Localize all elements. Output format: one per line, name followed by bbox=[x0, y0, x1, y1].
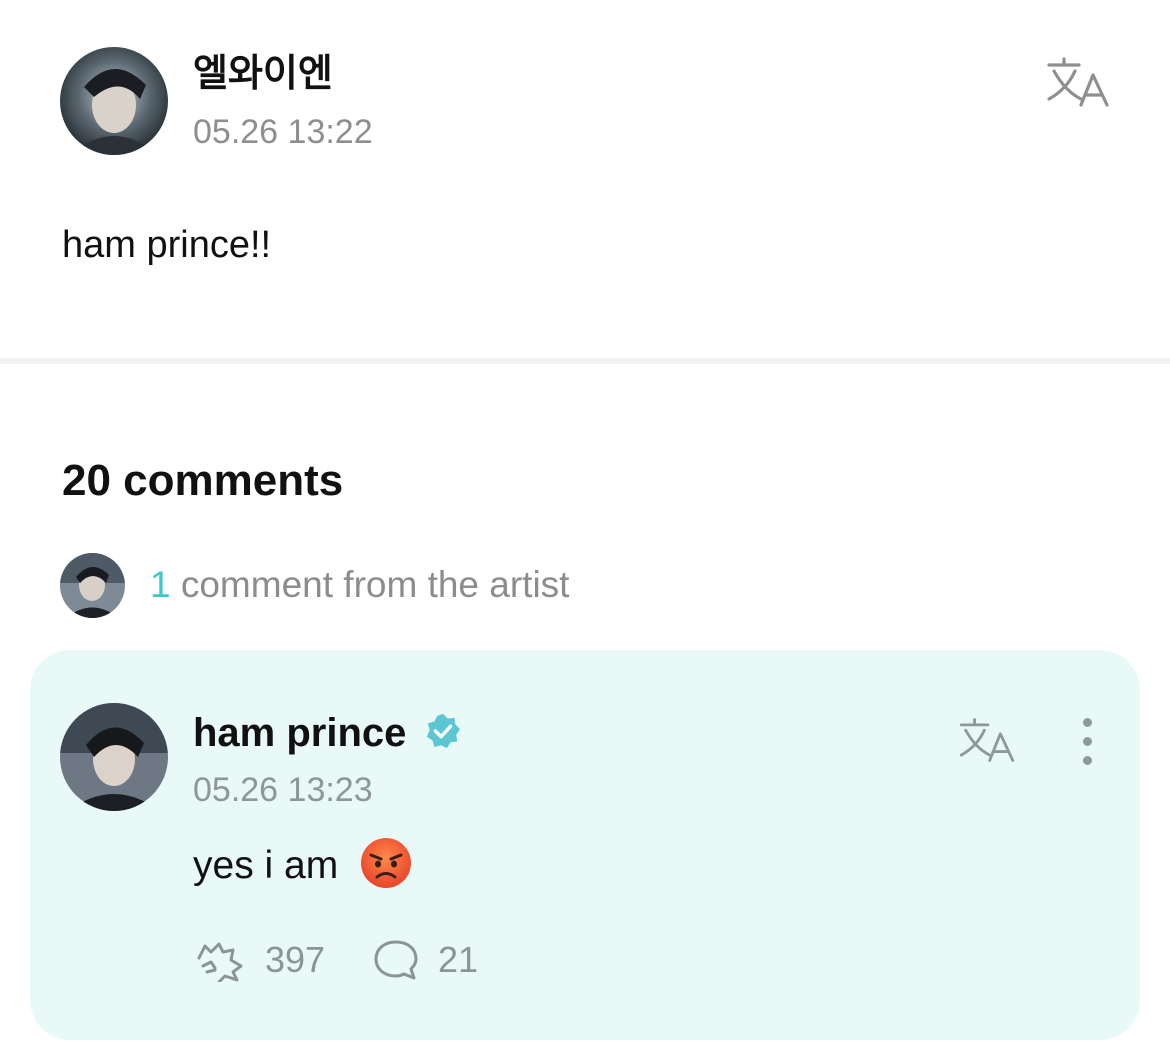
post-author-avatar[interactable] bbox=[60, 47, 168, 155]
cheer-fist-icon bbox=[193, 938, 245, 984]
comment-translate-icon[interactable] bbox=[957, 716, 1017, 764]
more-options-icon[interactable] bbox=[1083, 718, 1092, 775]
comment-author-avatar[interactable] bbox=[60, 703, 168, 811]
comment-body: yes i am bbox=[193, 836, 413, 901]
angry-face-icon bbox=[359, 836, 413, 901]
section-divider bbox=[0, 358, 1170, 364]
comment-author-name[interactable]: ham prince bbox=[193, 711, 406, 755]
artist-summary-avatar[interactable] bbox=[60, 553, 125, 618]
reply-count: 21 bbox=[438, 939, 479, 980]
artist-comment-count: 1 bbox=[150, 564, 171, 605]
comment-avatar-image bbox=[60, 703, 168, 811]
post-body: ham prince!! bbox=[62, 224, 272, 266]
post-author-name[interactable]: 엘와이엔 bbox=[193, 52, 333, 96]
artist-comments-link[interactable]: 1 comment from the artist bbox=[150, 563, 569, 607]
artist-avatar-image bbox=[60, 553, 125, 618]
avatar-image bbox=[60, 47, 168, 155]
like-button[interactable]: 397 bbox=[193, 938, 326, 984]
comment-author-line: ham prince bbox=[193, 710, 462, 760]
comment-text: yes i am bbox=[193, 844, 339, 887]
translate-icon[interactable] bbox=[1045, 55, 1111, 109]
reply-button[interactable]: 21 bbox=[372, 938, 478, 982]
speech-bubble-icon bbox=[372, 938, 420, 982]
verified-badge-icon bbox=[424, 712, 462, 760]
artist-comment-label: comment from the artist bbox=[170, 564, 570, 605]
post-timestamp: 05.26 13:22 bbox=[193, 113, 373, 151]
like-count: 397 bbox=[265, 939, 326, 980]
comment-timestamp: 05.26 13:23 bbox=[193, 771, 373, 809]
comments-count-heading: 20 comments bbox=[62, 456, 344, 505]
